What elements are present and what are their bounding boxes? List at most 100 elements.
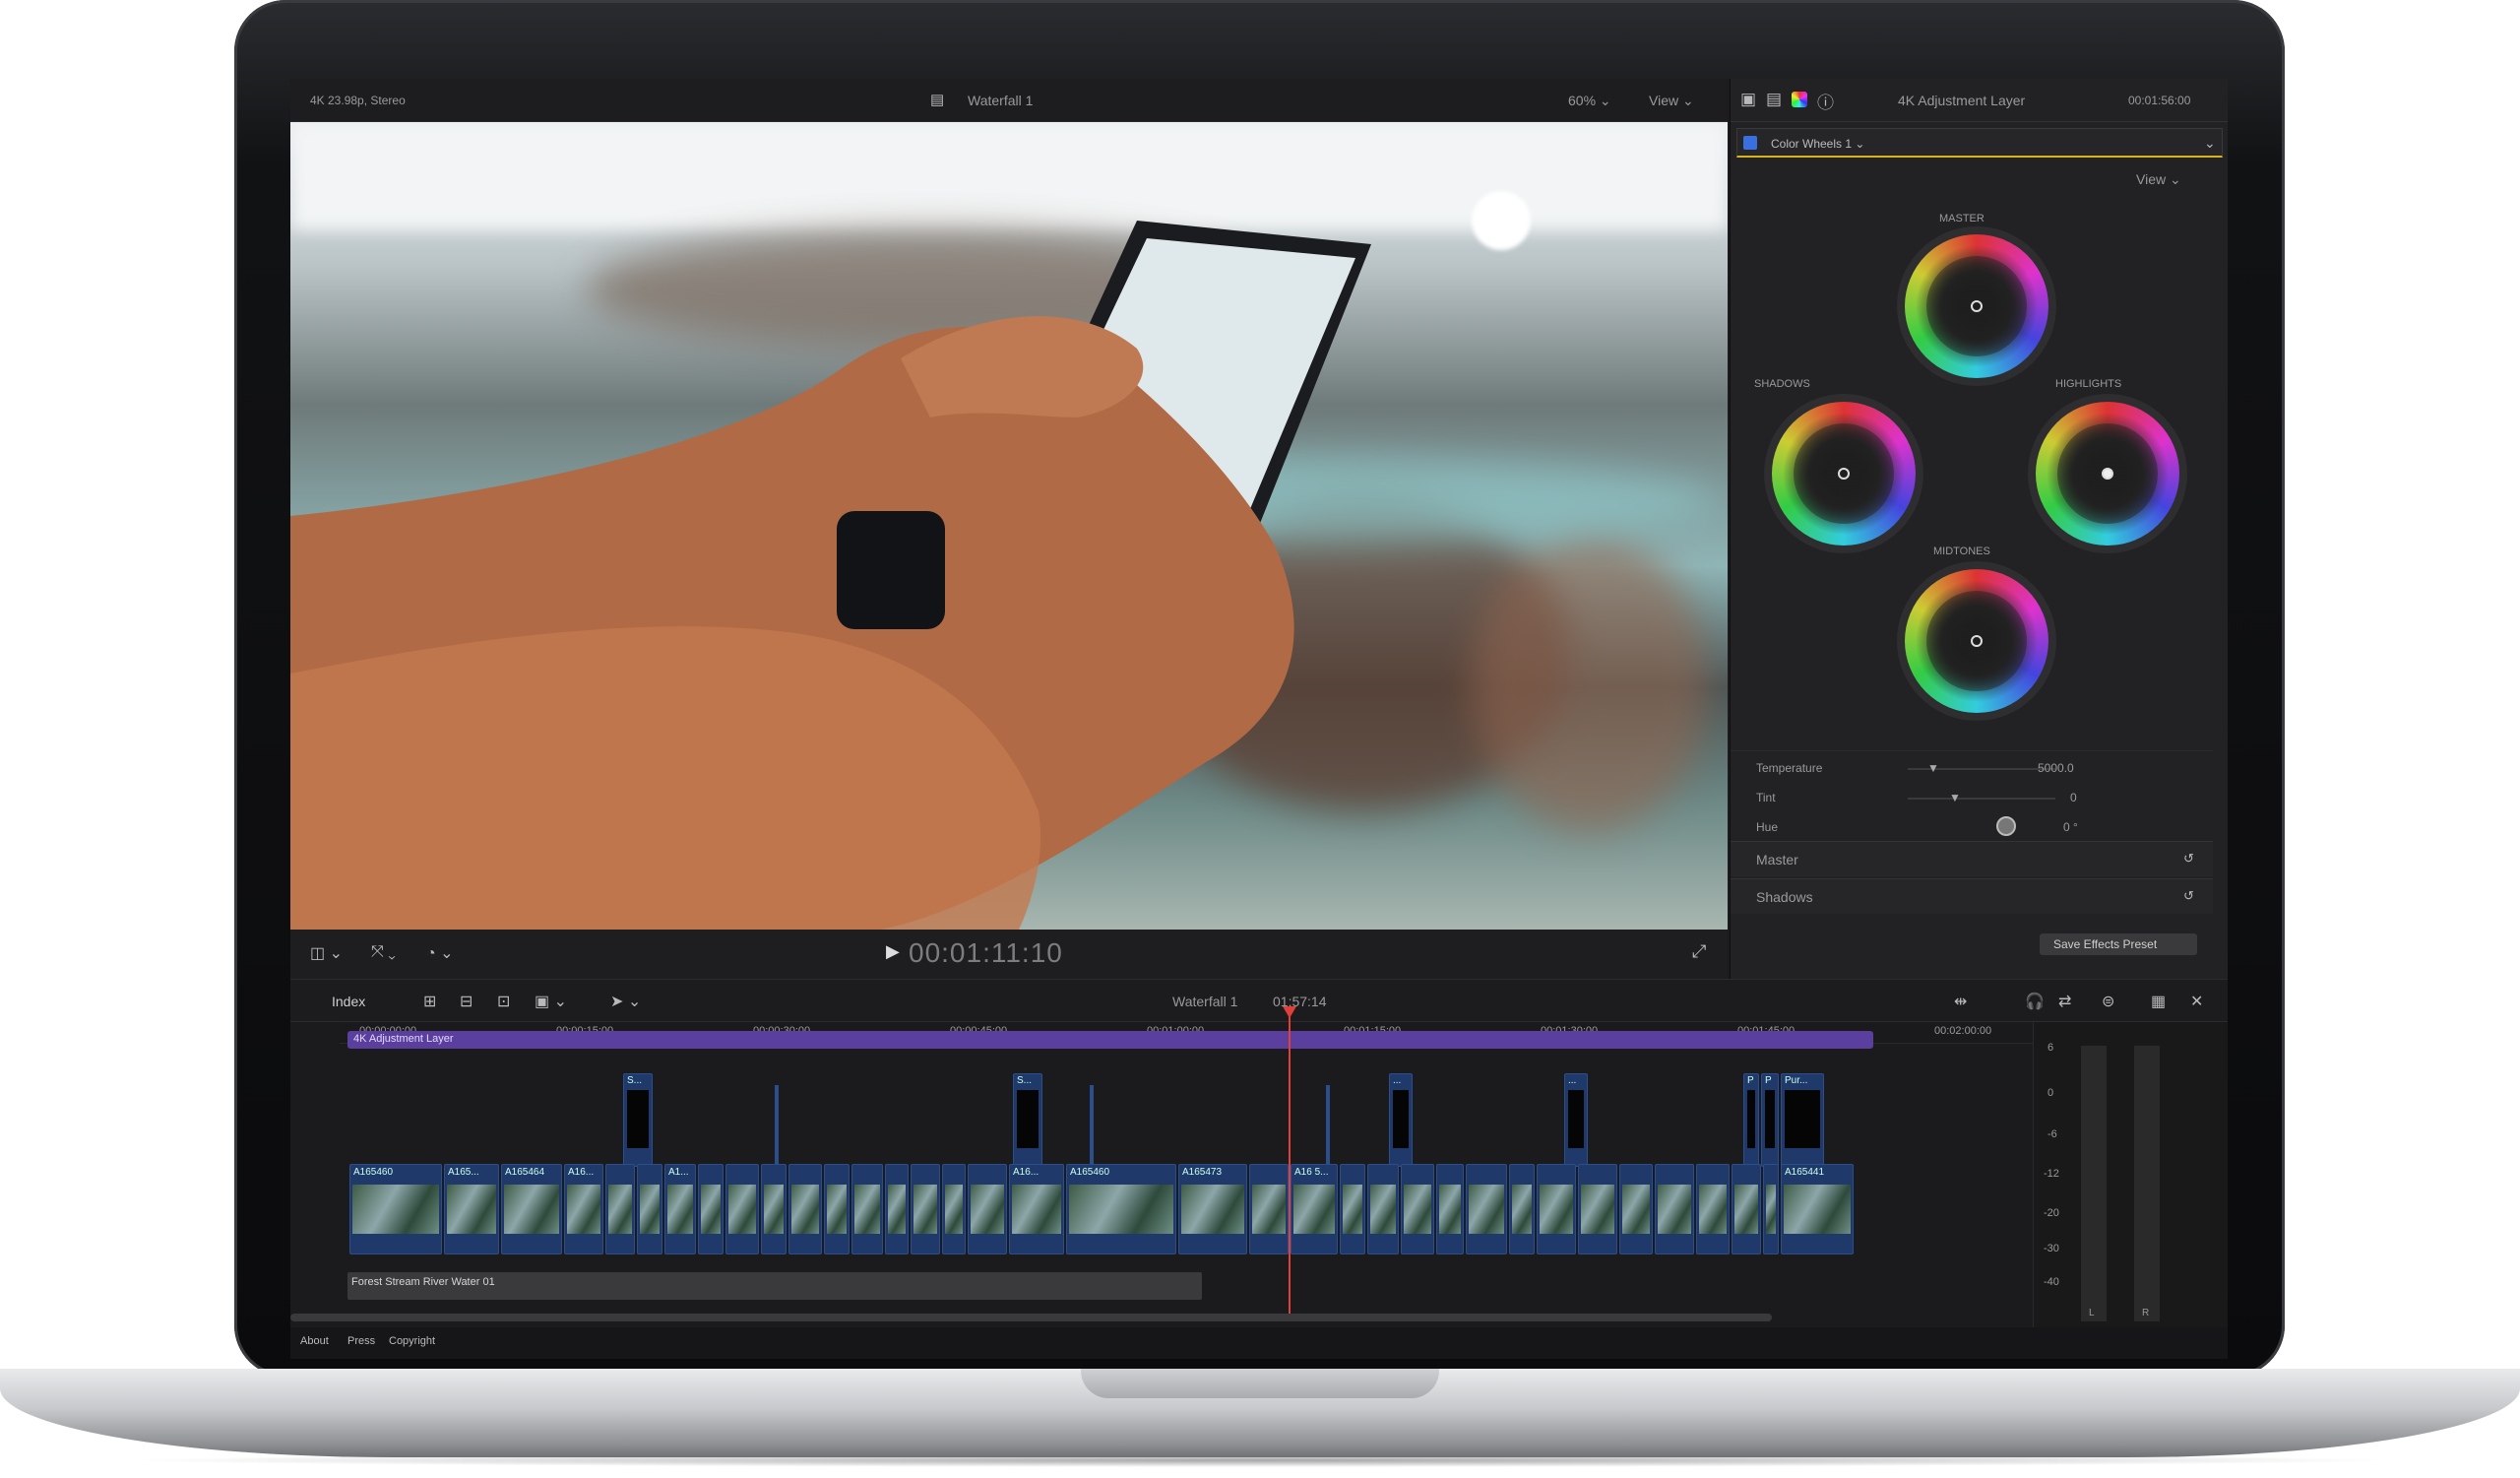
connected-clip-edge[interactable] (1090, 1085, 1094, 1170)
storyline-clip[interactable] (1466, 1164, 1507, 1254)
effect-checkbox[interactable] (1743, 136, 1757, 150)
storyline-clip[interactable] (1436, 1164, 1464, 1254)
storyline-clip[interactable] (1340, 1164, 1365, 1254)
storyline-clip[interactable] (788, 1164, 822, 1254)
insert-clip-icon[interactable]: ⊟ (460, 992, 472, 1011)
effects-browser-icon[interactable]: ✕ (2190, 992, 2203, 1011)
storyline-clip[interactable] (637, 1164, 662, 1254)
storyline-clip[interactable] (1578, 1164, 1617, 1254)
storyline-clip[interactable] (1732, 1164, 1761, 1254)
storyline-clip[interactable] (1509, 1164, 1535, 1254)
shadows-wheel-puck[interactable] (1838, 468, 1850, 480)
storyline-clip[interactable] (1763, 1164, 1779, 1254)
connected-clip[interactable]: P (1761, 1073, 1779, 1167)
storyline-clip[interactable] (1696, 1164, 1730, 1254)
connected-clip[interactable]: ... (1564, 1073, 1588, 1167)
connected-clip[interactable]: S... (623, 1073, 653, 1167)
midtones-wheel-puck[interactable] (1971, 635, 1983, 647)
effect-menu-icon[interactable]: ⌄ (2204, 135, 2216, 152)
storyline-clip[interactable]: A165441 (1781, 1164, 1854, 1254)
storyline-clip[interactable] (698, 1164, 724, 1254)
snapping-icon[interactable]: ⊜ (2102, 992, 2114, 1011)
connected-clip-edge[interactable] (775, 1085, 779, 1170)
master-wheel-puck[interactable] (1971, 300, 1983, 312)
temperature-thumb[interactable]: ▼ (1927, 761, 1939, 775)
storyline-clip[interactable]: A165460 (349, 1164, 442, 1254)
inspector-view-menu[interactable]: View ⌄ (2136, 171, 2181, 188)
select-tool-icon[interactable]: ➤ ⌄ (610, 992, 641, 1011)
storyline-clip[interactable]: A165... (444, 1164, 499, 1254)
storyline-clip[interactable]: A165473 (1178, 1164, 1247, 1254)
footer-link-about[interactable]: About (300, 1335, 329, 1347)
hue-dial[interactable] (1996, 816, 2016, 836)
storyline-clip[interactable] (725, 1164, 759, 1254)
solo-icon[interactable]: ⇄ (2058, 992, 2071, 1011)
play-button[interactable]: ▶ (886, 941, 900, 962)
storyline-clip[interactable] (1401, 1164, 1434, 1254)
connected-clip[interactable]: ... (1389, 1073, 1413, 1167)
audio-clip[interactable]: Forest Stream River Water 01 (347, 1272, 1202, 1300)
storyline-clip[interactable] (1655, 1164, 1694, 1254)
storyline-clip[interactable] (885, 1164, 909, 1254)
meter-scale: -20 (2044, 1207, 2059, 1219)
highlights-wheel-puck[interactable] (2102, 468, 2113, 480)
clip-appearance-icon[interactable]: ▦ (2151, 992, 2166, 1011)
storyline-clip[interactable] (1619, 1164, 1653, 1254)
speed-icon[interactable]: ◔ ⌄ (426, 943, 454, 963)
overwrite-clip-icon[interactable]: ▣ ⌄ (535, 992, 567, 1011)
effect-selector[interactable]: Color Wheels 1 ⌄ ⌄ (1736, 128, 2223, 158)
footer-link-press[interactable]: Press (347, 1335, 375, 1347)
storyline-clip[interactable] (824, 1164, 850, 1254)
effect-name[interactable]: Color Wheels 1 ⌄ (1771, 137, 1864, 151)
color-inspector-icon[interactable] (1792, 92, 1807, 107)
connected-clip[interactable]: S... (1013, 1073, 1042, 1167)
storyline-clip[interactable] (1249, 1164, 1289, 1254)
reset-icon[interactable]: ↺ (2183, 888, 2194, 904)
skimming-icon[interactable]: ⇹ (1954, 992, 1967, 1011)
storyline-clip[interactable] (911, 1164, 940, 1254)
temperature-value[interactable]: 5000.0 (2038, 761, 2074, 775)
timeline-scrollbar[interactable] (290, 1314, 1772, 1321)
viewer-header: 4K 23.98p, Stereo ▤ Waterfall 1 60% ⌄ Vi… (290, 79, 1728, 122)
storyline-clip[interactable]: A16... (564, 1164, 603, 1254)
storyline-clip[interactable] (1367, 1164, 1399, 1254)
audio-skimming-icon[interactable]: 🎧 (2025, 992, 2045, 1011)
storyline-clip[interactable]: A16 5... (1291, 1164, 1338, 1254)
tint-slider[interactable] (1908, 798, 2055, 800)
playhead[interactable] (1289, 1008, 1291, 1314)
storyline-clip[interactable] (1537, 1164, 1576, 1254)
info-circle-icon[interactable]: ⓘ (1817, 89, 1834, 113)
tint-thumb[interactable]: ▼ (1949, 791, 1961, 804)
storyline-clip[interactable] (968, 1164, 1007, 1254)
viewer-view-menu[interactable]: View ⌄ (1649, 93, 1694, 109)
storyline-clip[interactable] (605, 1164, 635, 1254)
adjustment-layer-clip[interactable]: 4K Adjustment Layer (347, 1031, 1873, 1049)
zoom-menu[interactable]: 60% ⌄ (1568, 93, 1611, 109)
append-clip-icon[interactable]: ⊡ (497, 992, 510, 1011)
info-inspector-icon[interactable]: ▣ (1740, 90, 1756, 109)
storyline-clip[interactable]: A1... (664, 1164, 696, 1254)
storyline-clip[interactable]: A165464 (501, 1164, 562, 1254)
storyline-clip[interactable]: A16... (1009, 1164, 1064, 1254)
connect-clip-icon[interactable]: ⊞ (423, 992, 436, 1011)
tint-value[interactable]: 0 (2070, 791, 2077, 804)
connected-clip-edge[interactable] (1326, 1085, 1330, 1170)
storyline-clip[interactable] (851, 1164, 883, 1254)
fullscreen-icon[interactable]: ⤢ (1692, 941, 1706, 962)
section-master[interactable]: Master ↺ (1731, 841, 2213, 876)
storyline-clip[interactable] (942, 1164, 966, 1254)
video-inspector-icon[interactable]: ▤ (1766, 90, 1782, 109)
timecode-display[interactable]: 00:01:11:10 (909, 937, 1063, 969)
connected-clip[interactable]: P (1743, 1073, 1759, 1167)
section-shadows[interactable]: Shadows ↺ (1731, 878, 2213, 914)
storyline-clip[interactable] (761, 1164, 787, 1254)
storyline-clip[interactable]: A165460 (1066, 1164, 1176, 1254)
hue-value[interactable]: 0 ° (2063, 820, 2078, 834)
footer-link-copyright[interactable]: Copyright (389, 1335, 435, 1347)
view-layout-icon[interactable]: ◫ ⌄ (310, 943, 343, 963)
reset-icon[interactable]: ↺ (2183, 851, 2194, 867)
connected-clip[interactable]: Pur... (1781, 1073, 1824, 1167)
index-button[interactable]: Index (332, 994, 365, 1009)
save-effects-preset-button[interactable]: Save Effects Preset (2040, 933, 2197, 955)
transform-tool-icon[interactable]: ⤧ ⌄ (371, 943, 396, 961)
